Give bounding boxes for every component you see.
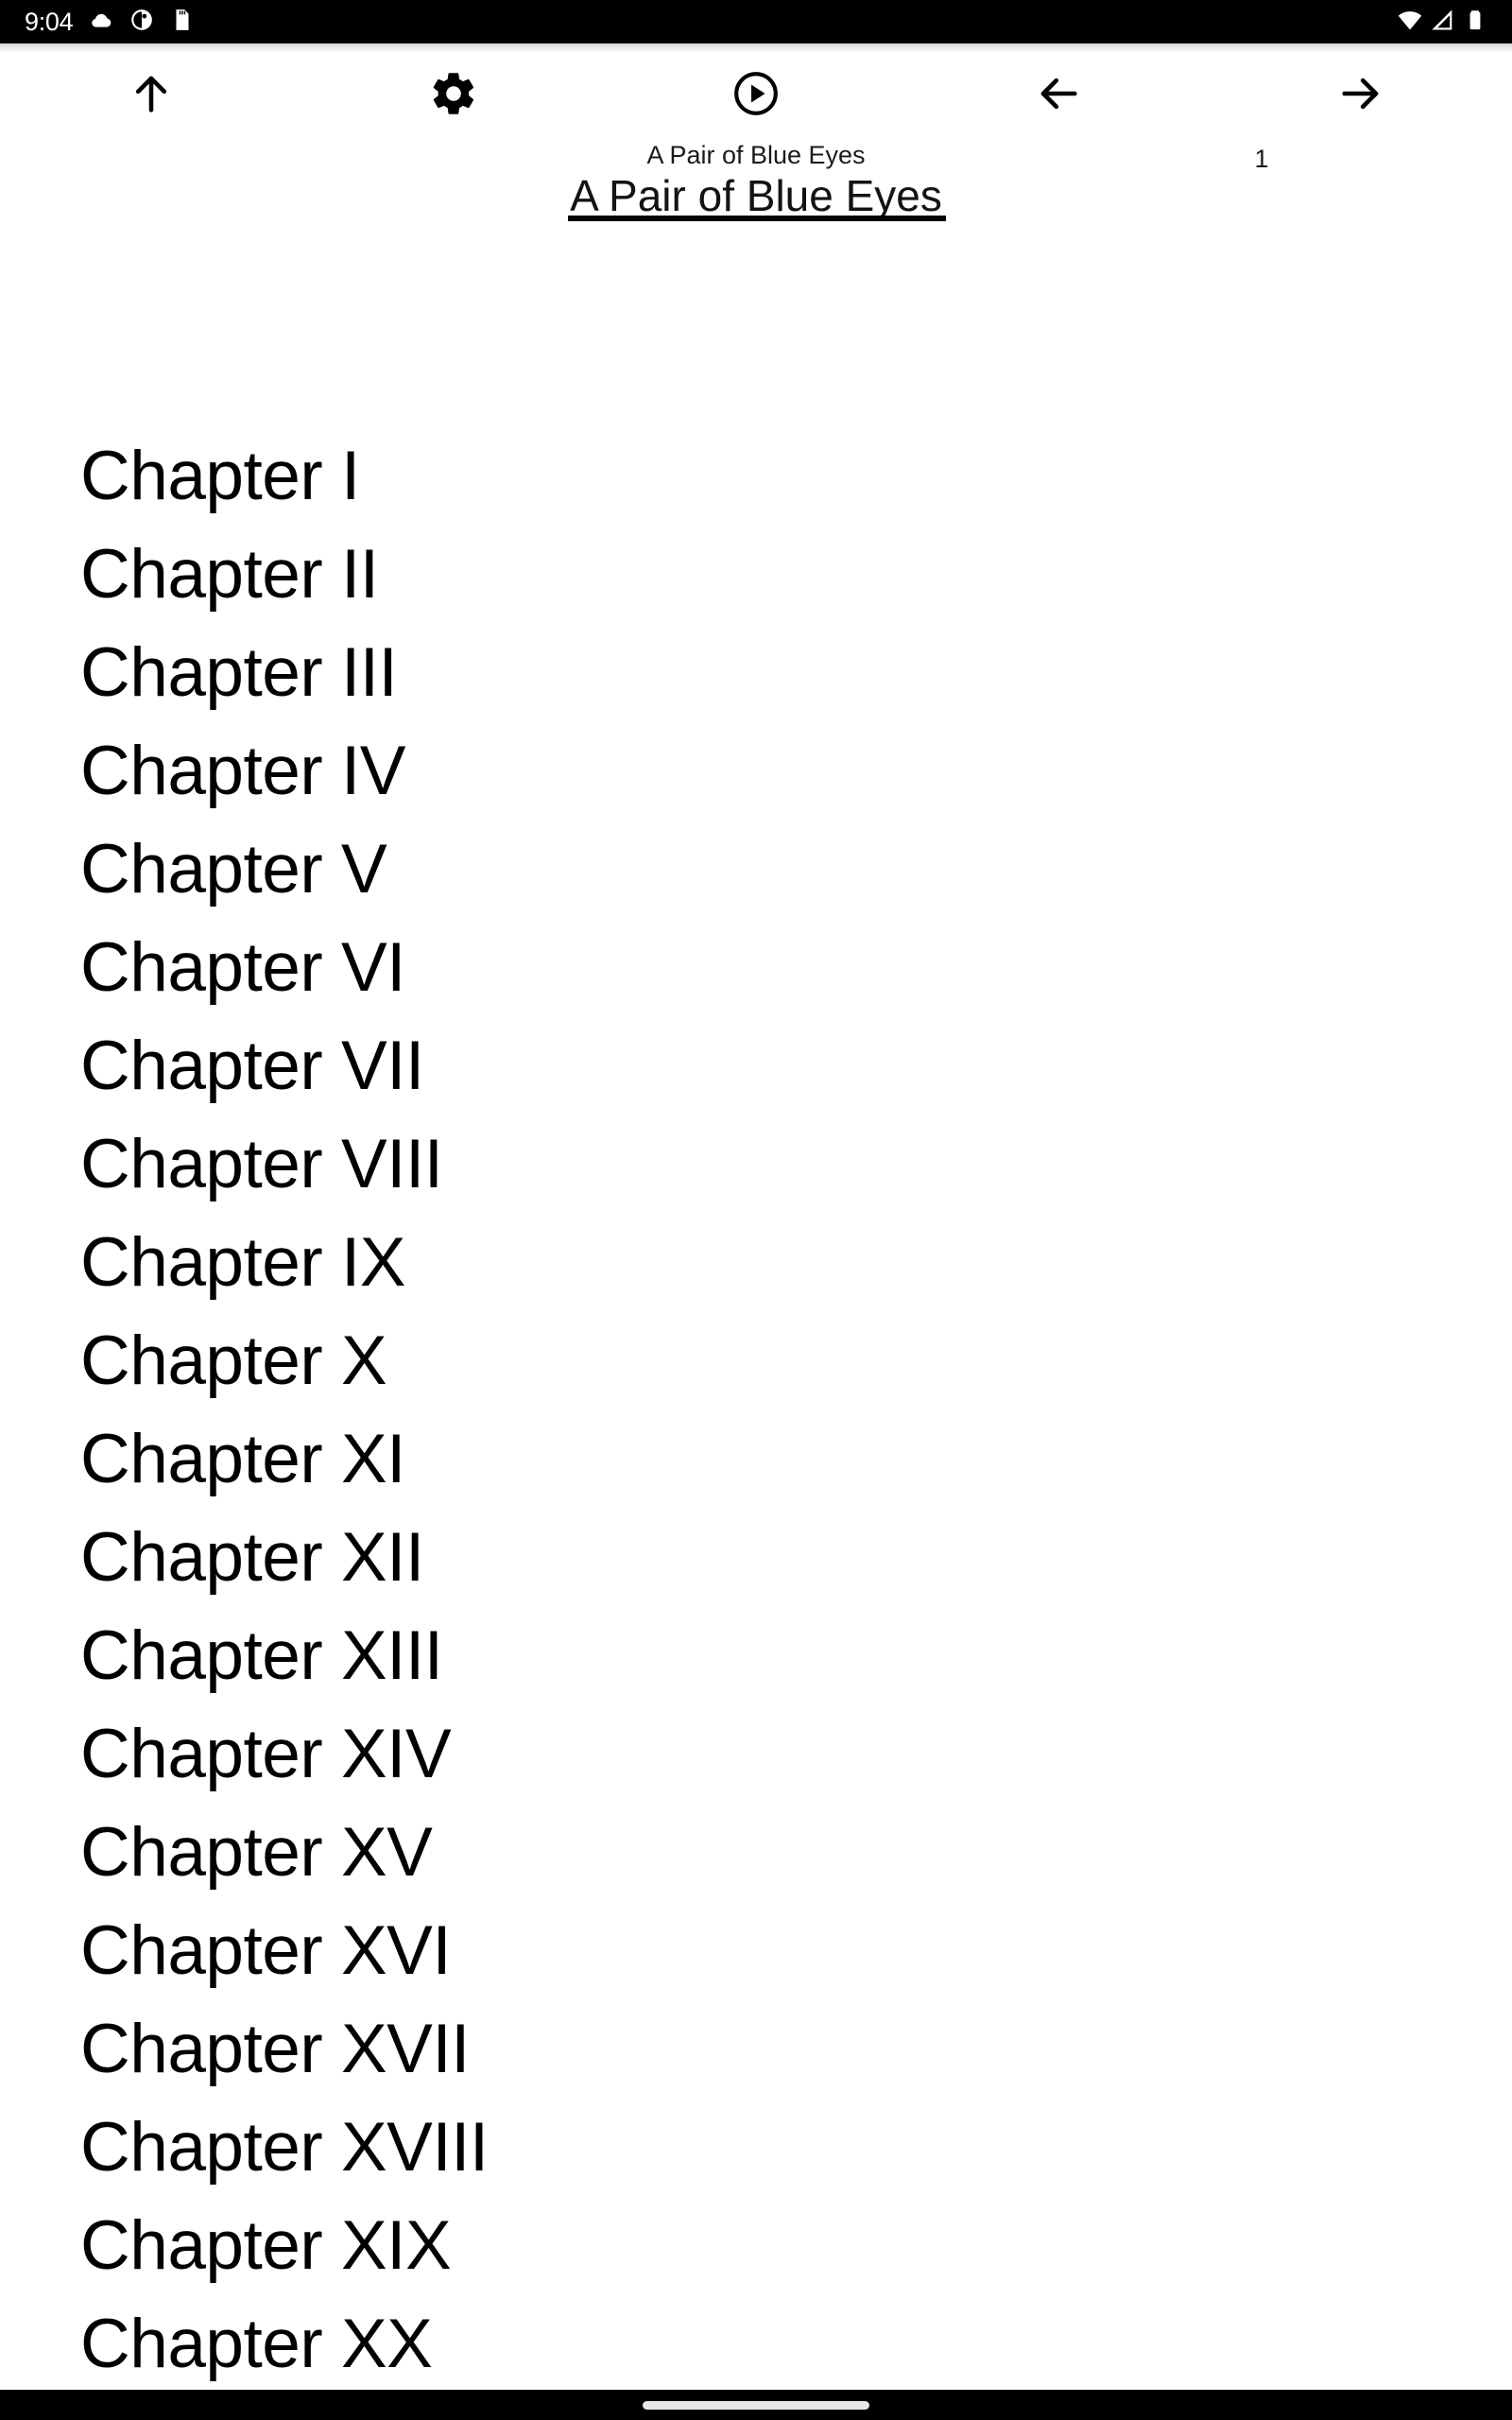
gear-icon: [429, 69, 478, 121]
status-bar-right: [1397, 7, 1487, 38]
chapter-list-item[interactable]: Chapter I: [0, 427, 1512, 526]
chapter-list-item[interactable]: Chapter XVI: [0, 1902, 1512, 2000]
chapter-list-item[interactable]: Chapter XV: [0, 1804, 1512, 1902]
previous-page-button[interactable]: [907, 43, 1210, 146]
chapter-list-item[interactable]: Chapter XX: [0, 2295, 1512, 2390]
settings-button[interactable]: [302, 43, 605, 146]
chapter-list-item[interactable]: Chapter VIII: [0, 1115, 1512, 1214]
circle-half-icon: [129, 8, 154, 37]
next-page-button[interactable]: [1210, 43, 1512, 146]
play-button[interactable]: [605, 43, 907, 146]
sd-card-icon: [170, 8, 195, 37]
chapter-list-item[interactable]: Chapter XIII: [0, 1607, 1512, 1705]
page-title: A Pair of Blue Eyes: [570, 171, 942, 220]
status-bar: 9:04: [0, 0, 1512, 43]
chapter-list-item[interactable]: Chapter VII: [0, 1017, 1512, 1115]
chapter-list-item[interactable]: Chapter IV: [0, 722, 1512, 821]
chapter-list-item[interactable]: Chapter XVIII: [0, 2099, 1512, 2197]
chapter-list-item[interactable]: Chapter XVII: [0, 2000, 1512, 2099]
system-navigation-bar: [0, 2390, 1512, 2420]
scroll-to-top-button[interactable]: [0, 43, 302, 146]
reader-toolbar: [0, 43, 1512, 146]
chapter-list[interactable]: Chapter I Chapter II Chapter III Chapter IV…: [0, 227, 1512, 2390]
home-gesture-pill[interactable]: [643, 2400, 869, 2410]
app-root: 9:04 A Pair of Blue Eyes A Pair of Blue …: [0, 0, 1512, 2420]
title-underline-rule: [568, 216, 946, 221]
cloud-icon: [89, 8, 113, 37]
chapter-list-item[interactable]: Chapter IX: [0, 1214, 1512, 1312]
chapter-list-item[interactable]: Chapter XIX: [0, 2197, 1512, 2295]
chapter-list-item[interactable]: Chapter V: [0, 821, 1512, 919]
chapter-list-item[interactable]: Chapter X: [0, 1312, 1512, 1410]
status-bar-clock: 9:04: [25, 7, 74, 36]
chapter-list-item[interactable]: Chapter XI: [0, 1410, 1512, 1509]
battery-icon: [1463, 8, 1487, 37]
chapter-list-item[interactable]: Chapter XII: [0, 1509, 1512, 1607]
wifi-icon: [1397, 7, 1423, 38]
arrow-left-icon: [1034, 69, 1083, 121]
chapter-list-item[interactable]: Chapter II: [0, 526, 1512, 624]
arrow-up-icon: [127, 69, 176, 121]
play-circle-icon: [731, 69, 781, 121]
arrow-right-icon: [1336, 69, 1385, 121]
chapter-list-item[interactable]: Chapter VI: [0, 919, 1512, 1017]
status-bar-left: 9:04: [25, 8, 195, 37]
chapter-list-inner: Chapter I Chapter II Chapter III Chapter IV…: [0, 227, 1512, 2390]
chapter-list-item[interactable]: Chapter XIV: [0, 1705, 1512, 1804]
page-number-indicator: 1: [1254, 145, 1269, 173]
cellular-signal-icon: [1430, 7, 1456, 38]
chapter-list-item[interactable]: Chapter III: [0, 624, 1512, 722]
